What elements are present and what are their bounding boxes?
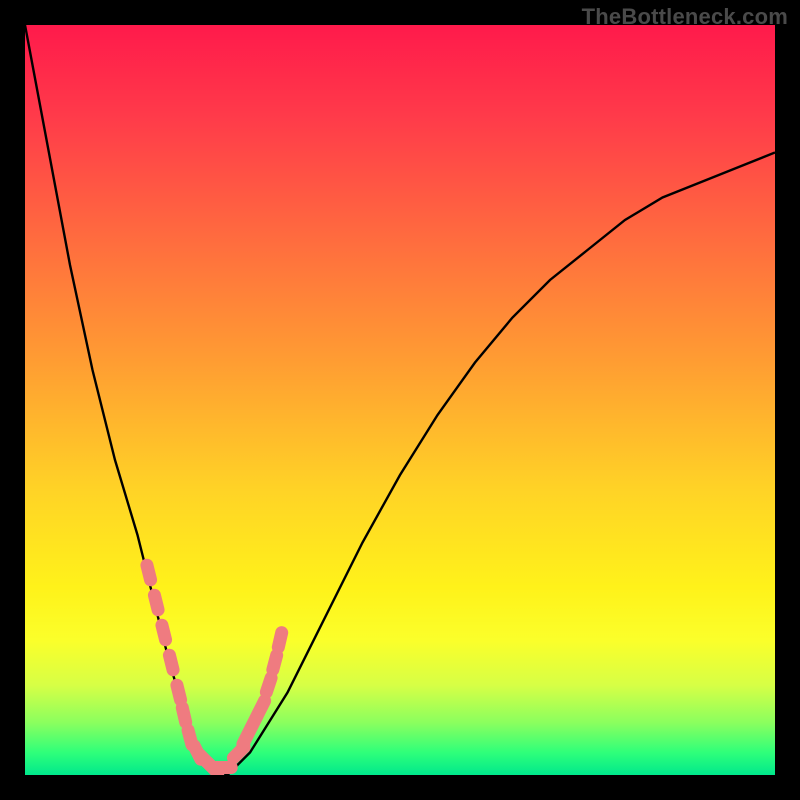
marker-layer [139,557,289,775]
marker-point [162,647,181,677]
outer-frame: TheBottleneck.com [0,0,800,800]
chart-svg [25,25,775,775]
watermark-text: TheBottleneck.com [582,4,788,30]
bottleneck-curve [25,25,775,775]
marker-point [270,625,289,655]
marker-point [139,557,158,587]
marker-point [147,587,166,617]
marker-point [154,617,173,647]
curve-layer [25,25,775,775]
plot-area [25,25,775,775]
